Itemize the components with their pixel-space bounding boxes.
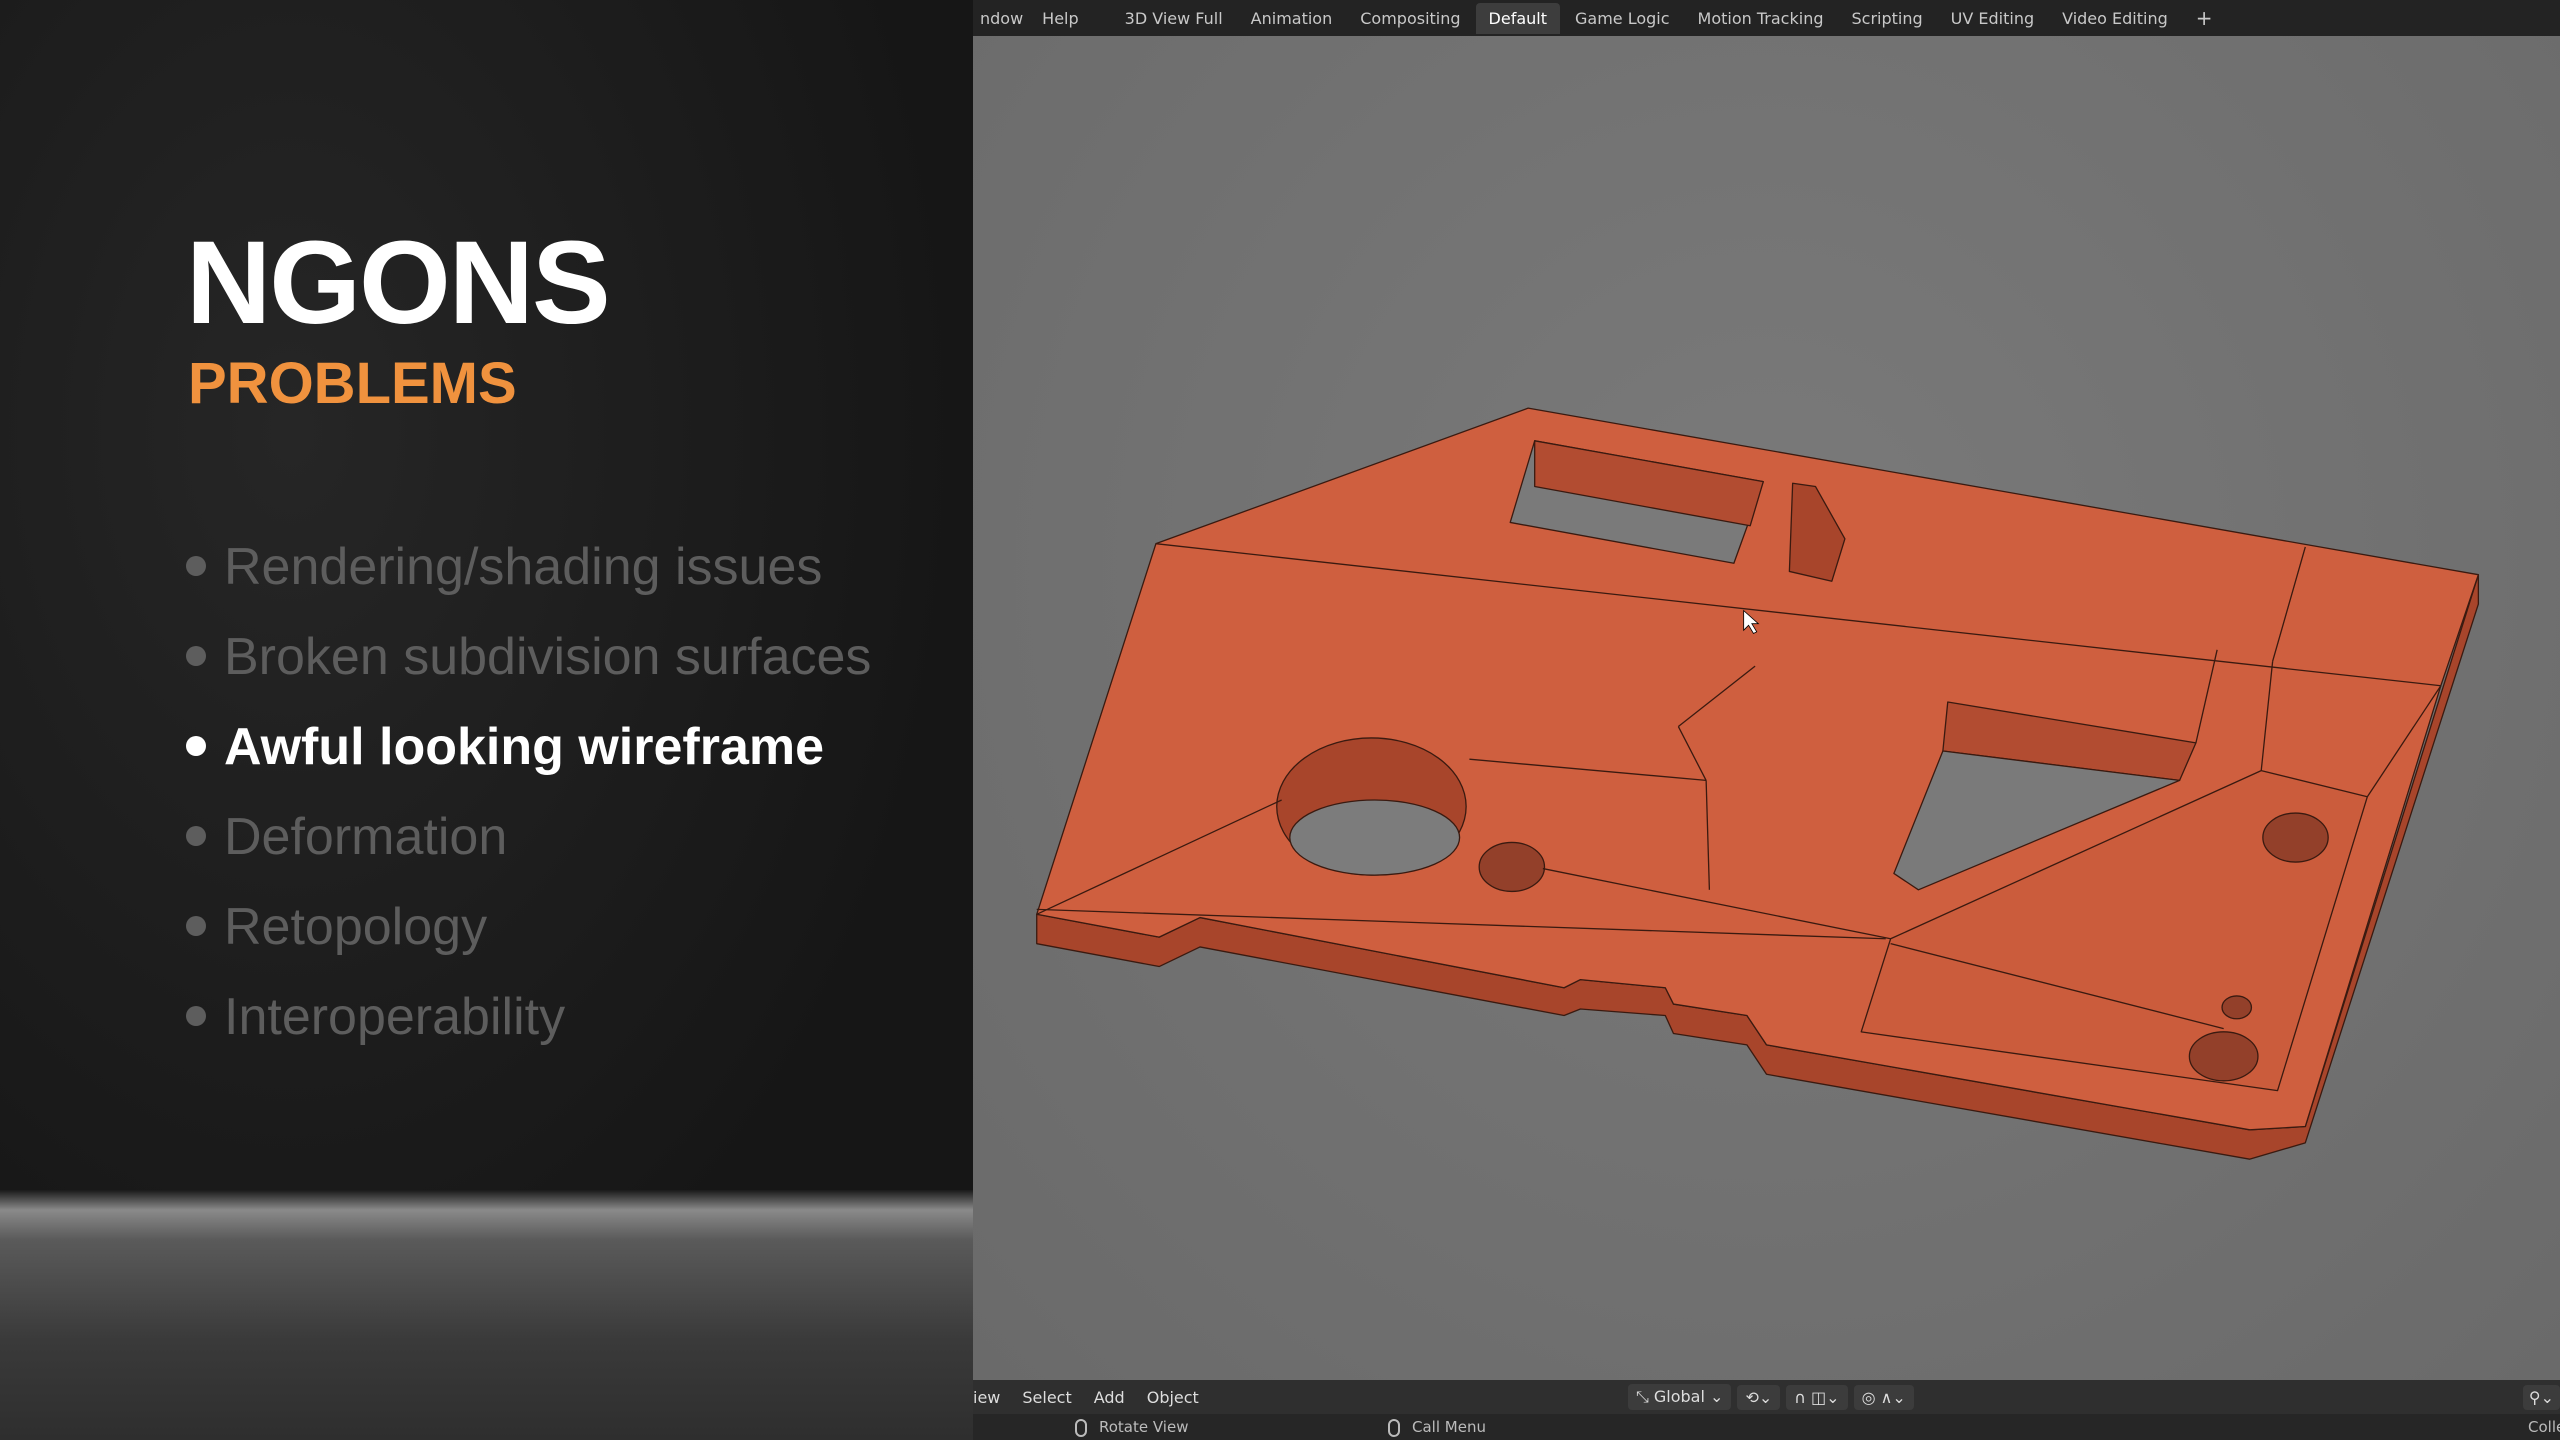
bullet-item: Deformation — [186, 800, 871, 890]
blender-window: ndow Help 3D View Full Animation Composi… — [973, 0, 2560, 1440]
tab-scripting[interactable]: Scripting — [1838, 3, 1935, 34]
tab-game-logic[interactable]: Game Logic — [1562, 3, 1683, 34]
bullet-item: Retopology — [186, 890, 871, 980]
pivot-point-dropdown[interactable]: ⟲⌄ — [1737, 1384, 1781, 1410]
bullet-list: Rendering/shading issues Broken subdivis… — [186, 530, 871, 1070]
menu-help[interactable]: Help — [1030, 9, 1090, 28]
tab-compositing[interactable]: Compositing — [1347, 3, 1473, 34]
orientation-icon: ⤡ — [1636, 1387, 1654, 1406]
tab-motion-tracking[interactable]: Motion Tracking — [1685, 3, 1837, 34]
tab-animation[interactable]: Animation — [1238, 3, 1346, 34]
bullet-item: Interoperability — [186, 980, 871, 1070]
tab-video-editing[interactable]: Video Editing — [2049, 3, 2181, 34]
bullet-item: Broken subdivision surfaces — [186, 620, 871, 710]
mouse-icon — [1075, 1418, 1087, 1437]
status-rotate: Rotate View — [1075, 1418, 1188, 1437]
tab-3d-view-full[interactable]: 3D View Full — [1112, 3, 1236, 34]
slide-panel: NGONS PROBLEMS Rendering/shading issues … — [0, 0, 973, 1440]
floor-gradient — [0, 1190, 973, 1440]
menu-object[interactable]: Object — [1136, 1388, 1210, 1407]
visibility-dropdown[interactable]: ⚲⌄ — [2522, 1384, 2560, 1410]
menu-select[interactable]: Select — [1011, 1388, 1082, 1407]
status-collection: Colle — [2528, 1418, 2560, 1436]
tab-default[interactable]: Default — [1475, 2, 1560, 34]
slide-subtitle: PROBLEMS — [188, 351, 517, 416]
viewport-header: iew Select Add Object ⤡ Global ⌄ ⟲⌄ ∩ ◫⌄… — [973, 1380, 2560, 1414]
proportional-edit-toggle[interactable]: ◎ ∧⌄ — [1853, 1384, 1914, 1410]
workspace-bar: ndow Help 3D View Full Animation Composi… — [973, 0, 2560, 36]
transform-orientation-dropdown[interactable]: ⤡ Global ⌄ — [1628, 1384, 1732, 1410]
tab-uv-editing[interactable]: UV Editing — [1938, 3, 2047, 34]
status-bar: Rotate View Call Menu Colle — [973, 1414, 2560, 1440]
3d-viewport[interactable] — [973, 36, 2560, 1380]
slide-title: NGONS — [186, 217, 611, 349]
status-call-menu: Call Menu — [1388, 1418, 1486, 1437]
add-workspace-button[interactable]: + — [2183, 0, 2226, 36]
bullet-item-active: Awful looking wireframe — [186, 710, 871, 800]
menu-window[interactable]: ndow — [968, 9, 1035, 28]
mouse-icon — [1388, 1418, 1400, 1437]
menu-add[interactable]: Add — [1083, 1388, 1136, 1407]
bullet-item: Rendering/shading issues — [186, 530, 871, 620]
snap-toggle[interactable]: ∩ ◫⌄ — [1786, 1384, 1848, 1410]
menu-view[interactable]: iew — [973, 1388, 1011, 1407]
